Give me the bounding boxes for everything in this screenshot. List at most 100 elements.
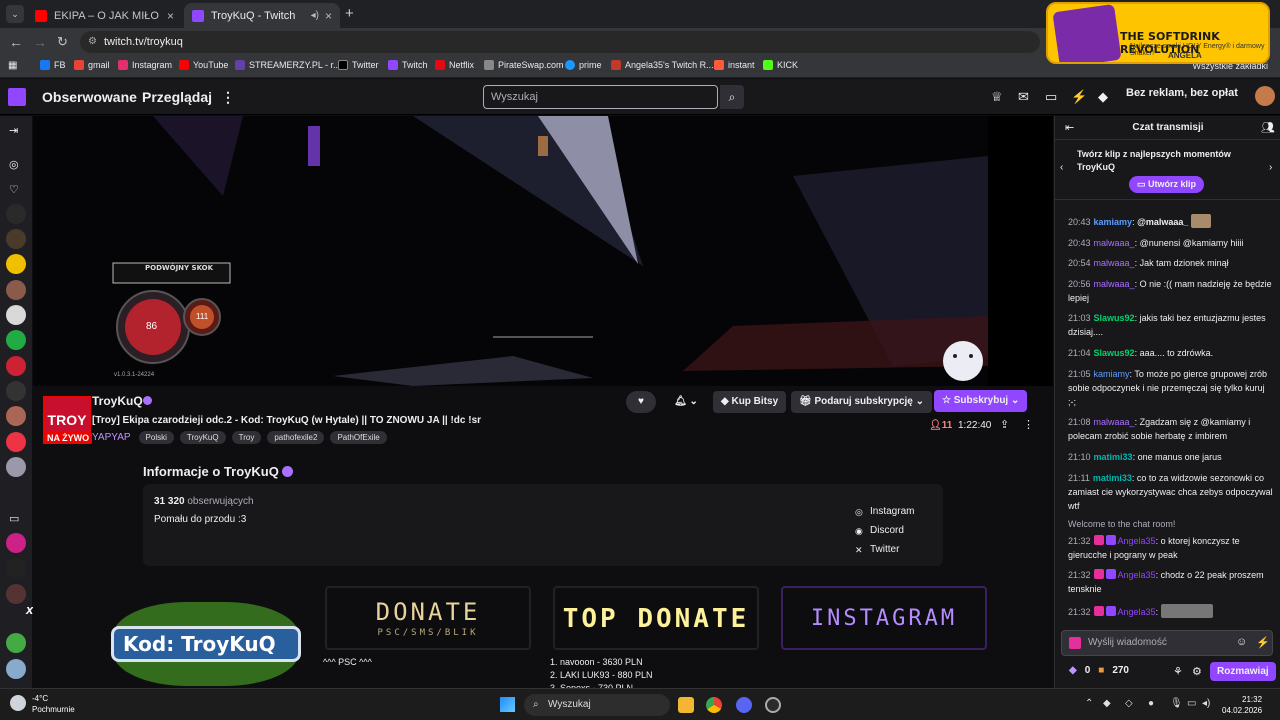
bookmark-kick[interactable]: KICK — [763, 60, 798, 70]
recommended-icon[interactable]: ◎ — [9, 158, 19, 171]
chat-settings-gear-icon[interactable]: ⚙ — [1192, 665, 1202, 678]
whispers-icon[interactable]: ▭ — [1045, 89, 1057, 105]
tag-pathofexile2[interactable]: pathofexile2 — [267, 431, 325, 444]
channel-avatar[interactable] — [6, 584, 26, 604]
bookmark-streamerzy[interactable]: STREAMERZY.PL - r... — [235, 60, 341, 70]
twitch-logo-icon[interactable] — [8, 88, 26, 106]
microphone-icon[interactable]: 🎙︎ — [1170, 698, 1183, 709]
emote-picker-icon[interactable]: ☺ — [1236, 636, 1247, 648]
subscribe-button[interactable]: ☆ Subskrybuj ⌄ — [934, 390, 1028, 412]
top-donate-panel[interactable]: TOP DONATE — [553, 586, 759, 650]
bookmark-twitch[interactable]: Twitch — [388, 60, 428, 70]
social-link-discord[interactable]: ◉ Discord — [855, 525, 904, 536]
back-icon[interactable]: ← — [9, 34, 23, 50]
forward-icon[interactable]: → — [33, 34, 47, 50]
game-category-link[interactable]: YAPYAP — [92, 432, 131, 443]
notifications-icon[interactable]: ✉ — [1018, 89, 1029, 105]
bookmark-fb[interactable]: FB — [40, 60, 66, 70]
bits-activity-icon[interactable]: ⚡ — [1071, 89, 1087, 105]
followed-heart-icon[interactable]: ♡ — [9, 183, 19, 196]
search-icon[interactable]: ⌕ — [720, 85, 744, 109]
taskbar-search[interactable]: ⌕ Wyszukaj — [524, 694, 670, 716]
instagram-panel[interactable]: INSTAGRAM — [781, 586, 987, 650]
channel-name[interactable]: TroyKuQ — [92, 394, 143, 408]
chat-input[interactable]: Wyślij wiadomość ☺ ⚡ — [1061, 630, 1273, 656]
search-input[interactable]: Wyszukaj — [483, 85, 718, 109]
share-icon[interactable]: ⇪ — [1000, 418, 1009, 431]
social-link-instagram[interactable]: ◎ Instagram — [855, 506, 914, 517]
channel-avatar[interactable] — [6, 406, 26, 426]
channel-avatar[interactable] — [6, 330, 26, 350]
show-hidden-icons[interactable]: ⌃ — [1085, 698, 1093, 709]
system-clock[interactable]: 21:32 04.02.2026 — [1222, 694, 1262, 716]
social-link-twitter[interactable]: ✕ Twitter — [855, 544, 899, 555]
channel-avatar[interactable] — [6, 305, 26, 325]
file-explorer-icon[interactable] — [678, 697, 694, 713]
video-icon[interactable]: ▭ — [9, 512, 19, 525]
weather-widget[interactable]: -4°C Pochmurnie — [10, 693, 75, 715]
community-icon[interactable]: 👥︎ — [1261, 121, 1275, 134]
gift-sub-button[interactable]: 🎁︎ Podaruj subskrypcję ⌄ — [791, 391, 933, 413]
donate-panel[interactable]: DONATE PSC/SMS/BLIK — [325, 586, 531, 650]
channel-avatar[interactable] — [6, 280, 26, 300]
steam-icon[interactable] — [765, 697, 781, 713]
tray-app-icon[interactable]: ◇ — [1125, 698, 1133, 709]
bookmark-instant[interactable]: instant — [714, 60, 755, 70]
tag-troy[interactable]: Troy — [231, 431, 262, 444]
url-field[interactable]: ⚙ twitch.tv/troykuq — [80, 31, 1040, 53]
channel-avatar[interactable] — [6, 229, 26, 249]
discord-icon[interactable] — [736, 697, 752, 713]
tray-app-icon[interactable]: ● — [1148, 698, 1154, 709]
channel-avatar[interactable] — [6, 432, 26, 452]
sub-badge-icon[interactable] — [1069, 637, 1081, 649]
channel-avatar[interactable] — [6, 356, 26, 376]
bits-cheer-icon[interactable]: ⚡ — [1256, 636, 1270, 649]
chat-activity-icon[interactable]: ⚘ — [1173, 665, 1183, 678]
channel-avatar[interactable] — [6, 659, 26, 679]
expand-sidebar-icon[interactable]: ⇥ — [9, 124, 18, 137]
bookmark-angela[interactable]: Angela35's Twitch R... — [611, 60, 714, 70]
reload-icon[interactable]: ↻ — [57, 34, 68, 50]
buy-bits-button[interactable]: ◆ Kup Bitsy — [713, 391, 787, 413]
close-tab-icon[interactable]: × — [325, 9, 332, 23]
bookmark-prime[interactable]: prime — [565, 60, 602, 70]
channel-avatar[interactable] — [6, 633, 26, 653]
prime-loot-icon[interactable]: ♕ — [991, 89, 1003, 105]
bookmark-twitter[interactable]: Twitter — [338, 60, 379, 70]
bits-icon[interactable]: ◆ — [1098, 89, 1108, 105]
channel-avatar[interactable] — [6, 254, 26, 274]
bookmark-pirateswap[interactable]: PirateSwap.com — [484, 60, 564, 70]
create-clip-button[interactable]: ▭ Utwórz klip — [1129, 176, 1205, 193]
tag-polski[interactable]: Polski — [138, 431, 174, 444]
chrome-icon[interactable] — [706, 697, 722, 713]
apps-icon[interactable]: ▦ — [8, 60, 17, 71]
chevron-left-icon[interactable]: ‹ — [1060, 162, 1063, 173]
tab-search-button[interactable]: ⌄ — [6, 5, 24, 23]
video-player[interactable]: PODWÓJNY SKOK 86 111 v1.0.3.1-24224 — [33, 116, 1053, 386]
more-menu-icon[interactable]: ⋮ — [221, 89, 235, 106]
tag-pathofexile[interactable]: PathOfExile — [330, 431, 387, 444]
bookmark-youtube[interactable]: YouTube — [179, 60, 228, 70]
new-tab-button[interactable]: + — [345, 5, 354, 22]
volume-icon[interactable]: ◂) — [1202, 698, 1210, 709]
channel-points[interactable]: ◆ 0 ■ 270 — [1069, 665, 1129, 676]
site-info-icon[interactable]: ⚙ — [88, 31, 97, 53]
close-tab-icon[interactable]: × — [167, 9, 174, 23]
network-icon[interactable]: ▭ — [1187, 698, 1196, 709]
bookmark-instagram[interactable]: Instagram — [118, 60, 172, 70]
tag-troykuq[interactable]: TroyKuQ — [179, 431, 226, 444]
speaker-icon[interactable]: ◂) — [311, 10, 319, 21]
channel-avatar[interactable] — [6, 381, 26, 401]
nav-following[interactable]: Obserwowane — [42, 89, 137, 105]
user-avatar[interactable] — [1255, 86, 1275, 106]
channel-avatar[interactable] — [6, 204, 26, 224]
tray-app-icon[interactable]: ◆ — [1103, 698, 1111, 709]
bookmark-gmail[interactable]: gmail — [74, 60, 110, 70]
nav-browse[interactable]: Przeglądaj — [142, 89, 212, 105]
notifications-bell-button[interactable]: 🔔︎ ⌄ — [666, 391, 706, 413]
more-options-icon[interactable]: ⋮ — [1023, 418, 1034, 431]
follow-heart-button[interactable]: ♥ — [626, 391, 656, 413]
browser-tab-ekipa[interactable]: EKIPA – O JAK MIŁO (Wujas, Mi × — [27, 3, 182, 28]
channel-avatar[interactable] — [6, 457, 26, 477]
channel-avatar[interactable] — [6, 558, 26, 578]
